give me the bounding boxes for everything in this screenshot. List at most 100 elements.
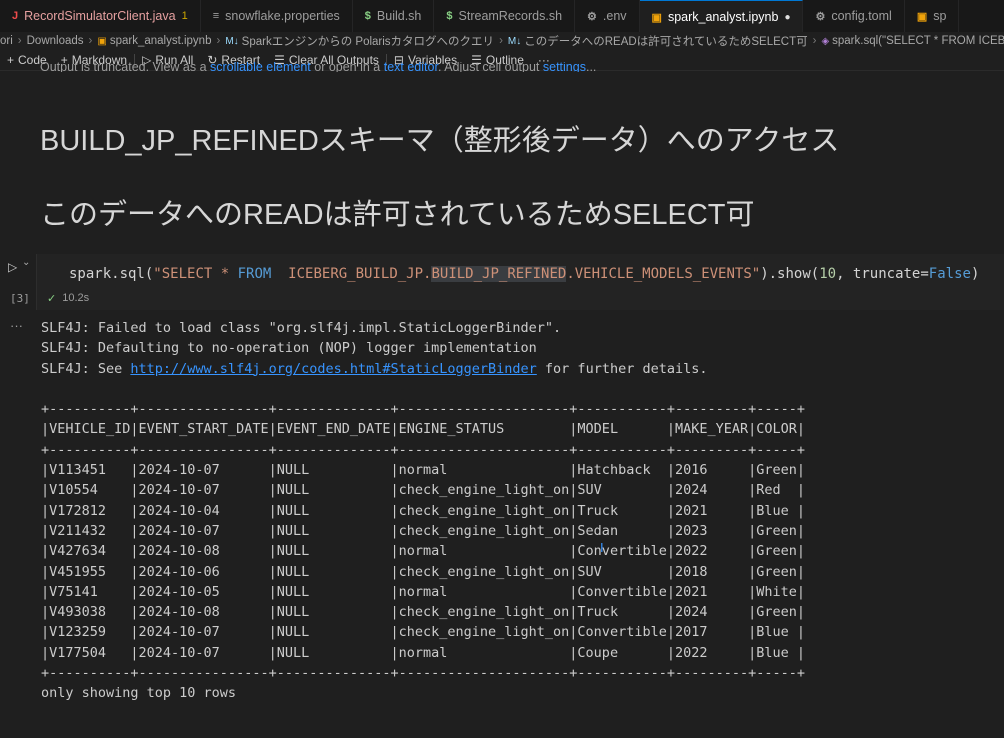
problem-count-badge: 1 — [181, 10, 188, 22]
notice-text: Output is truncated. View as a — [40, 62, 211, 72]
execution-count: [3] — [10, 292, 30, 305]
tab-label: StreamRecords.sh — [458, 9, 563, 23]
tab-label: .env — [602, 9, 627, 23]
tab-build-sh[interactable]: $ Build.sh — [353, 0, 435, 32]
tab-label: config.toml — [831, 9, 892, 23]
table-row: |V211432 |2024-10-07 |NULL |check_engine… — [41, 522, 806, 539]
table-border: +----------+----------------+-----------… — [41, 665, 806, 682]
gear-icon: ⚙ — [815, 10, 826, 23]
table-row: |V493038 |2024-10-08 |NULL |check_engine… — [41, 604, 806, 621]
plus-icon: + — [7, 53, 15, 67]
table-row: |V113451 |2024-10-07 |NULL |normal |Hatc… — [41, 462, 806, 479]
code-token: FROM — [237, 266, 272, 282]
shell-file-icon: $ — [446, 10, 453, 22]
code-token: False — [928, 266, 971, 282]
code-token: .VEHICLE_MODELS_EVENTS" — [566, 266, 761, 282]
notebook-file-icon: ▣ — [651, 11, 662, 24]
tab-env[interactable]: ⚙ .env — [575, 0, 640, 32]
table-row: |V177504 |2024-10-07 |NULL |normal |Coup… — [41, 644, 806, 661]
tab-sp-truncated[interactable]: ▣ sp — [905, 0, 960, 32]
code-token: spark.sql( — [69, 266, 154, 282]
text-editor-link[interactable]: text editor — [384, 62, 438, 72]
breadcrumb-item[interactable]: spark_analyst.ipynb — [110, 35, 212, 47]
log-line: SLF4J: Defaulting to no-operation (NOP) … — [41, 340, 537, 357]
table-row: |V75141 |2024-10-05 |NULL |normal |Conve… — [41, 583, 806, 600]
cell-status: ✓ 10.2s — [47, 292, 89, 305]
cell-code[interactable]: spark.sql("SELECT * FROM ICEBERG_BUILD_J… — [69, 266, 979, 282]
java-file-icon: J — [12, 10, 19, 22]
table-border: +----------+----------------+-----------… — [41, 401, 806, 418]
code-token: "SELECT — [153, 266, 221, 282]
tab-label: snowflake.properties — [225, 9, 340, 23]
code-token: * — [220, 266, 238, 282]
truncated-output-notice: Output is truncated. View as a scrollabl… — [40, 62, 596, 72]
chevron-right-icon: › — [216, 35, 221, 47]
log-line: SLF4J: Failed to load class "org.slf4j.i… — [41, 320, 562, 336]
code-token: ).show( — [760, 266, 820, 282]
log-text: SLF4J: See — [41, 360, 131, 377]
chevron-right-icon: › — [499, 35, 503, 47]
breadcrumb-item[interactable]: ori — [0, 35, 13, 47]
shell-file-icon: $ — [364, 10, 371, 22]
text-cursor-icon: I — [600, 540, 604, 555]
table-border: +----------+----------------+-----------… — [41, 441, 806, 458]
table-row: |V10554 |2024-10-07 |NULL |check_engine_… — [41, 482, 806, 499]
tab-record-simulator-client[interactable]: J RecordSimulatorClient.java 1 — [0, 0, 201, 32]
gear-icon: ⚙ — [587, 10, 597, 23]
log-text: for further details. — [536, 360, 708, 377]
log-line: SLF4J: See http://www.slf4j.org/codes.ht… — [41, 359, 991, 379]
scrollable-element-link[interactable]: scrollable element — [210, 62, 311, 72]
breadcrumb-item[interactable]: Sparkエンジンからの Polarisカタログへのクエリ — [242, 33, 494, 49]
chevron-right-icon: › — [812, 35, 817, 47]
code-cell: ▷ ⌄ [3] spark.sql("SELECT * FROM ICEBERG… — [0, 254, 1004, 310]
markdown-heading-1: BUILD_JP_REFINEDスキーマ（整形後データ）へのアクセス — [40, 125, 840, 157]
chevron-right-icon: › — [88, 35, 93, 47]
slf4j-docs-link[interactable]: http://www.slf4j.org/codes.html#StaticLo… — [130, 361, 536, 377]
notebook-file-icon: ▣ — [916, 10, 928, 23]
run-cell-icon[interactable]: ▷ — [8, 260, 17, 274]
code-token: ICEBERG_BUILD_JP. — [271, 266, 432, 282]
code-token: , truncate= — [836, 266, 929, 282]
table-row: |V427634 |2024-10-08 |NULL |normal |Conv… — [41, 543, 806, 560]
settings-link[interactable]: settings — [543, 62, 586, 72]
markdown-heading-2: このデータへのREADは許可されているためSELECT可 — [40, 199, 755, 231]
editor-tab-bar: J RecordSimulatorClient.java 1 ≡ snowfla… — [0, 0, 1004, 33]
table-header: |VEHICLE_ID|EVENT_START_DATE|EVENT_END_D… — [41, 421, 806, 438]
output-footer: only showing top 10 rows — [41, 685, 237, 702]
chevron-right-icon: › — [17, 35, 22, 47]
tab-config-toml[interactable]: ⚙ config.toml — [803, 0, 905, 32]
tab-label: sp — [933, 9, 947, 23]
checkmark-icon: ✓ — [47, 293, 57, 305]
code-cell-icon: ◈ — [821, 35, 830, 47]
code-token: ) — [970, 266, 980, 282]
table-row: |V123259 |2024-10-07 |NULL |check_engine… — [41, 624, 806, 641]
properties-file-icon: ≡ — [212, 10, 220, 22]
notice-text: or open in a — [310, 62, 384, 72]
unsaved-dot-icon[interactable]: ● — [784, 12, 790, 23]
notice-text: ... — [585, 62, 597, 72]
code-token: BUILD_JP_REFINED — [431, 266, 567, 282]
table-row: |V451955 |2024-10-06 |NULL |check_engine… — [41, 563, 806, 580]
notebook-file-icon: ▣ — [97, 35, 107, 47]
output-actions-icon[interactable]: ··· — [10, 318, 23, 333]
tab-label: RecordSimulatorClient.java — [24, 9, 176, 23]
breadcrumb-item[interactable]: このデータへのREADは許可されているためSELECT可 — [524, 33, 807, 49]
markdown-icon: M↓ — [507, 35, 522, 47]
tab-stream-records-sh[interactable]: $ StreamRecords.sh — [434, 0, 576, 32]
breadcrumb-item[interactable]: spark.sql("SELECT * FROM ICEBERG_BUI — [832, 35, 1004, 47]
tab-label: Build.sh — [376, 9, 422, 23]
table-row: |V172812 |2024-10-04 |NULL |check_engine… — [41, 502, 806, 519]
cell-output: SLF4J: Failed to load class "org.slf4j.i… — [41, 318, 991, 704]
markdown-icon: M↓ — [225, 35, 239, 47]
breadcrumb: ori › Downloads › ▣ spark_analyst.ipynb … — [0, 32, 1004, 50]
breadcrumb-item[interactable]: Downloads — [27, 35, 84, 47]
code-token: 10 — [819, 266, 837, 282]
chevron-down-icon[interactable]: ⌄ — [22, 257, 30, 268]
tab-snowflake-properties[interactable]: ≡ snowflake.properties — [201, 0, 353, 32]
execution-time: 10.2s — [62, 292, 90, 304]
cell-editor[interactable]: spark.sql("SELECT * FROM ICEBERG_BUILD_J… — [36, 254, 1004, 310]
notice-text: . Adjust cell output — [437, 62, 543, 72]
tab-label: spark_analyst.ipynb — [667, 10, 779, 24]
tab-spark-analyst-ipynb[interactable]: ▣ spark_analyst.ipynb ● — [639, 0, 804, 32]
